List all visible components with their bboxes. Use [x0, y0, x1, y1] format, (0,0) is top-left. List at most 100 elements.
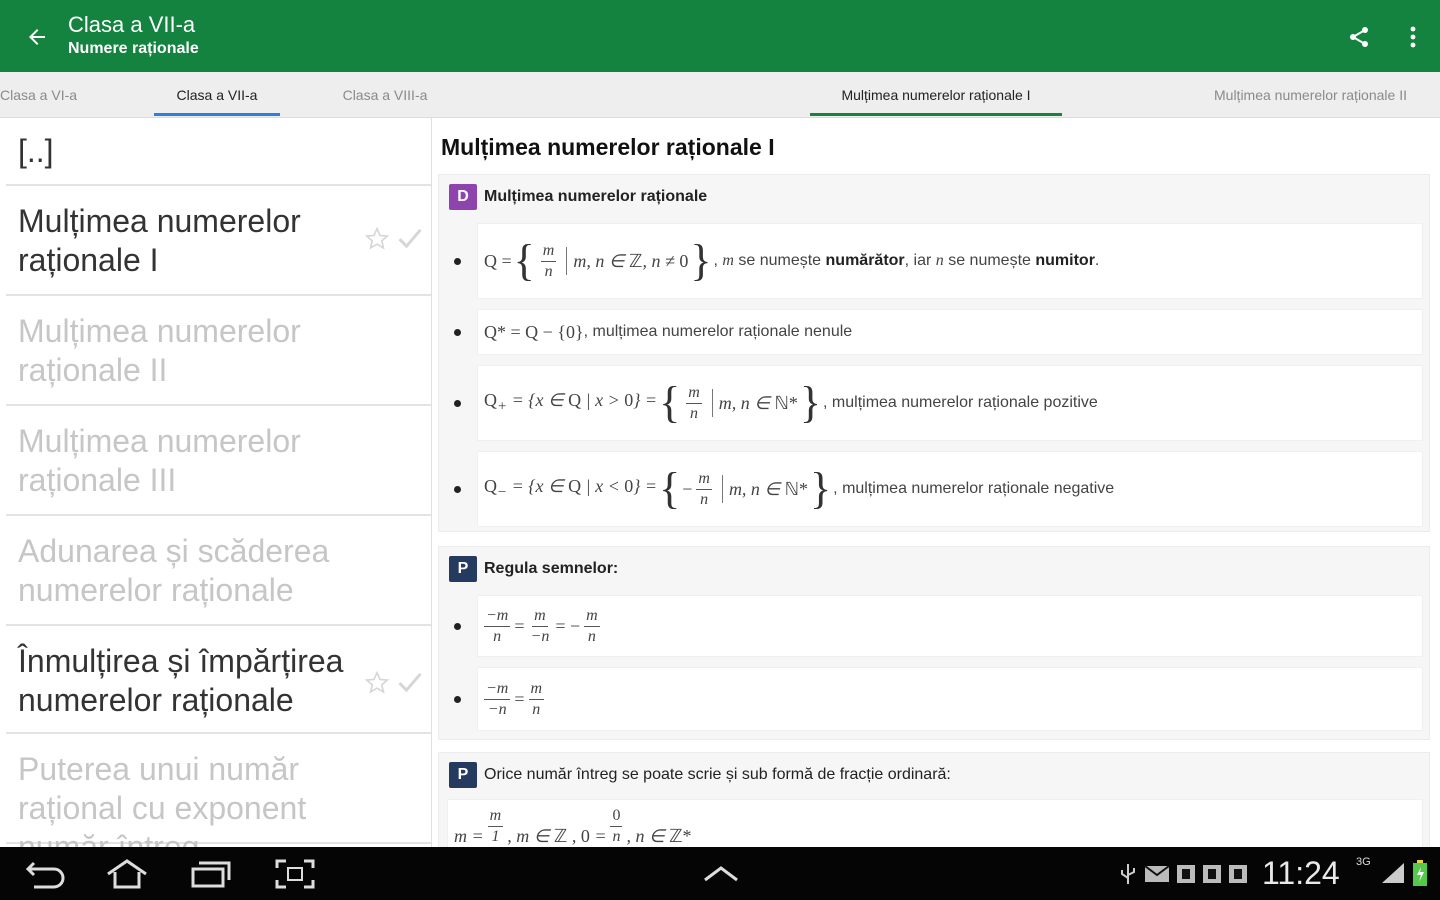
math-formula: Q =: [484, 250, 512, 271]
math-formula: = −: [555, 615, 581, 636]
screenshot-icon[interactable]: [270, 855, 320, 893]
overflow-menu-icon[interactable]: [1398, 20, 1428, 54]
list-item-lesson[interactable]: Mulțimea numerelor raționale I: [6, 186, 431, 296]
property-heading: P Regula semnelor:: [449, 556, 618, 582]
bullet: [454, 257, 461, 265]
text: m: [722, 252, 734, 269]
tab-clasa-viii[interactable]: Clasa a VIII-a: [320, 72, 450, 118]
list-item-label: Mulțimea numerelor raționale I: [18, 203, 301, 278]
mail-icon: [1144, 865, 1170, 882]
star-icon[interactable]: [364, 670, 390, 696]
share-icon[interactable]: [1342, 20, 1376, 54]
property-card: P Regula semnelor: −m n = m −n = − mn −m −n…: [438, 546, 1430, 740]
definition-row: Q = { mn m, n ∈ ℤ, n ≠ 0 } , m se numeșt…: [454, 223, 1423, 299]
definition-title: Mulțimea numerelor raționale: [484, 188, 708, 205]
list-item-lesson[interactable]: Mulțimea numerelor raționale III: [6, 406, 431, 516]
bullet: [454, 485, 461, 493]
bold-term: numitor: [1035, 252, 1095, 269]
math-formula: −: [682, 478, 693, 499]
network-type: 3G: [1356, 856, 1371, 868]
list-item-label: Adunarea și scăderea numerelor raționale: [18, 533, 330, 608]
tab-lesson-1[interactable]: Mulțimea numerelor raționale I: [810, 72, 1062, 118]
tab-label: Clasa a VIII-a: [342, 87, 428, 103]
star-icon[interactable]: [364, 226, 390, 252]
math-fraction: m −n: [530, 606, 550, 645]
bullet: [454, 695, 461, 703]
lesson-title: Mulțimea numerelor raționale I: [441, 134, 775, 160]
definition-text: , mulțimea numerelor raționale negative: [833, 480, 1115, 497]
property-row: −m −n = mn: [454, 667, 1423, 731]
tab-clasa-vi[interactable]: Clasa a VI-a: [0, 72, 88, 118]
bullet: [454, 328, 461, 336]
tab-clasa-vii[interactable]: Clasa a VII-a: [154, 72, 280, 118]
math-formula: }: [690, 236, 712, 285]
definition-badge: D: [449, 184, 477, 210]
tab-label: Mulțimea numerelor raționale II: [1214, 87, 1407, 103]
notification-icon: [1203, 865, 1221, 883]
signal-icon: [1382, 863, 1404, 883]
lesson-content: Mulțimea numerelor raționale I D Mulțime…: [432, 118, 1440, 847]
system-nav-bar: 11:24 3G: [0, 847, 1440, 900]
math-fraction: mn: [686, 383, 702, 422]
definition-row: Q* = Q − {0} , mulțimea numerelor rațion…: [454, 309, 1423, 355]
math-formula: Q− = {x ∈ Q | x < 0} =: [484, 476, 658, 501]
list-item-lesson[interactable]: Adunarea și scăderea numerelor raționale: [6, 516, 431, 626]
math-formula: {: [513, 236, 535, 285]
definition-heading: D Mulțimea numerelor raționale: [449, 184, 707, 210]
property-badge: P: [449, 762, 477, 788]
math-formula: , n ∈ ℤ*: [626, 826, 692, 846]
math-fraction: 0n: [610, 807, 623, 845]
text: se numește: [733, 252, 826, 269]
battery-icon: [1413, 860, 1427, 886]
math-formula: =: [514, 615, 525, 636]
math-fraction: −m −n: [484, 679, 511, 718]
math-formula: m =: [454, 826, 484, 846]
chevron-up-icon[interactable]: [696, 855, 746, 893]
tab-label: Clasa a VII-a: [176, 87, 258, 103]
home-icon[interactable]: [102, 855, 152, 893]
notification-icons: [1118, 861, 1248, 887]
notification-icon: [1229, 865, 1247, 883]
app-bar: Clasa a VII-a Numere raționale: [0, 0, 1440, 72]
list-item-lesson[interactable]: Mulțimea numerelor raționale II: [6, 296, 431, 406]
recent-apps-icon[interactable]: [186, 855, 236, 893]
property-row: m = m1 , m ∈ ℤ , 0 = 0n , n ∈ ℤ*: [447, 799, 1423, 847]
list-item-up[interactable]: [..]: [6, 118, 431, 186]
math-formula: {: [659, 464, 681, 513]
usb-icon: [1121, 864, 1135, 884]
math-fraction: mn: [696, 469, 712, 508]
property-heading: P Orice număr întreg se poate scrie și s…: [449, 762, 951, 788]
list-item-label: Înmulțirea și împărțirea numerelor rațio…: [18, 643, 344, 718]
property-title: Regula semnelor:: [484, 560, 619, 577]
class-tab-strip: Clasa a VI-a Clasa a VII-a Clasa a VIII-…: [0, 72, 432, 118]
list-item-lesson[interactable]: Puterea unui număr rațional cu exponent …: [6, 734, 431, 847]
lesson-tab-strip: Mulțimea numerelor raționale I Mulțimea …: [432, 72, 1440, 118]
check-icon[interactable]: [396, 668, 424, 696]
property-card: P Orice număr întreg se poate scrie și s…: [438, 752, 1430, 847]
math-formula: {: [659, 378, 681, 427]
math-formula: }: [810, 464, 832, 513]
math-formula: =: [514, 688, 525, 709]
text: n: [935, 252, 944, 269]
property-title: Orice număr întreg se poate scrie și sub…: [484, 766, 951, 783]
math-formula: [566, 247, 568, 275]
definition-text: , m se numește numărător, iar n se numeș…: [713, 252, 1099, 270]
list-item-label: [..]: [18, 133, 54, 169]
check-icon[interactable]: [396, 224, 424, 252]
math-fraction: mn: [540, 241, 557, 280]
math-fraction: m1: [487, 807, 504, 845]
definition-text: , mulțimea numerelor raționale nenule: [583, 323, 853, 340]
text: ,: [713, 252, 723, 269]
app-title: Clasa a VII-a: [68, 12, 196, 37]
definition-row: Q+ = {x ∈ Q | x > 0} = { mn m, n ∈ ℕ* } …: [454, 365, 1423, 441]
math-formula: [711, 389, 713, 417]
app-subtitle: Numere raționale: [68, 40, 199, 57]
back-nav-icon[interactable]: [20, 855, 70, 893]
list-item-lesson[interactable]: Înmulțirea și împărțirea numerelor rațio…: [6, 626, 431, 734]
math-fraction: mn: [584, 606, 600, 645]
math-formula: [721, 475, 723, 503]
tab-label: Mulțimea numerelor raționale I: [841, 87, 1031, 103]
back-arrow-icon[interactable]: [18, 18, 56, 56]
tab-lesson-2[interactable]: Mulțimea numerelor raționale II: [1214, 72, 1440, 118]
lesson-list: [..] Mulțimea numerelor raționale I Mulț…: [0, 118, 432, 847]
